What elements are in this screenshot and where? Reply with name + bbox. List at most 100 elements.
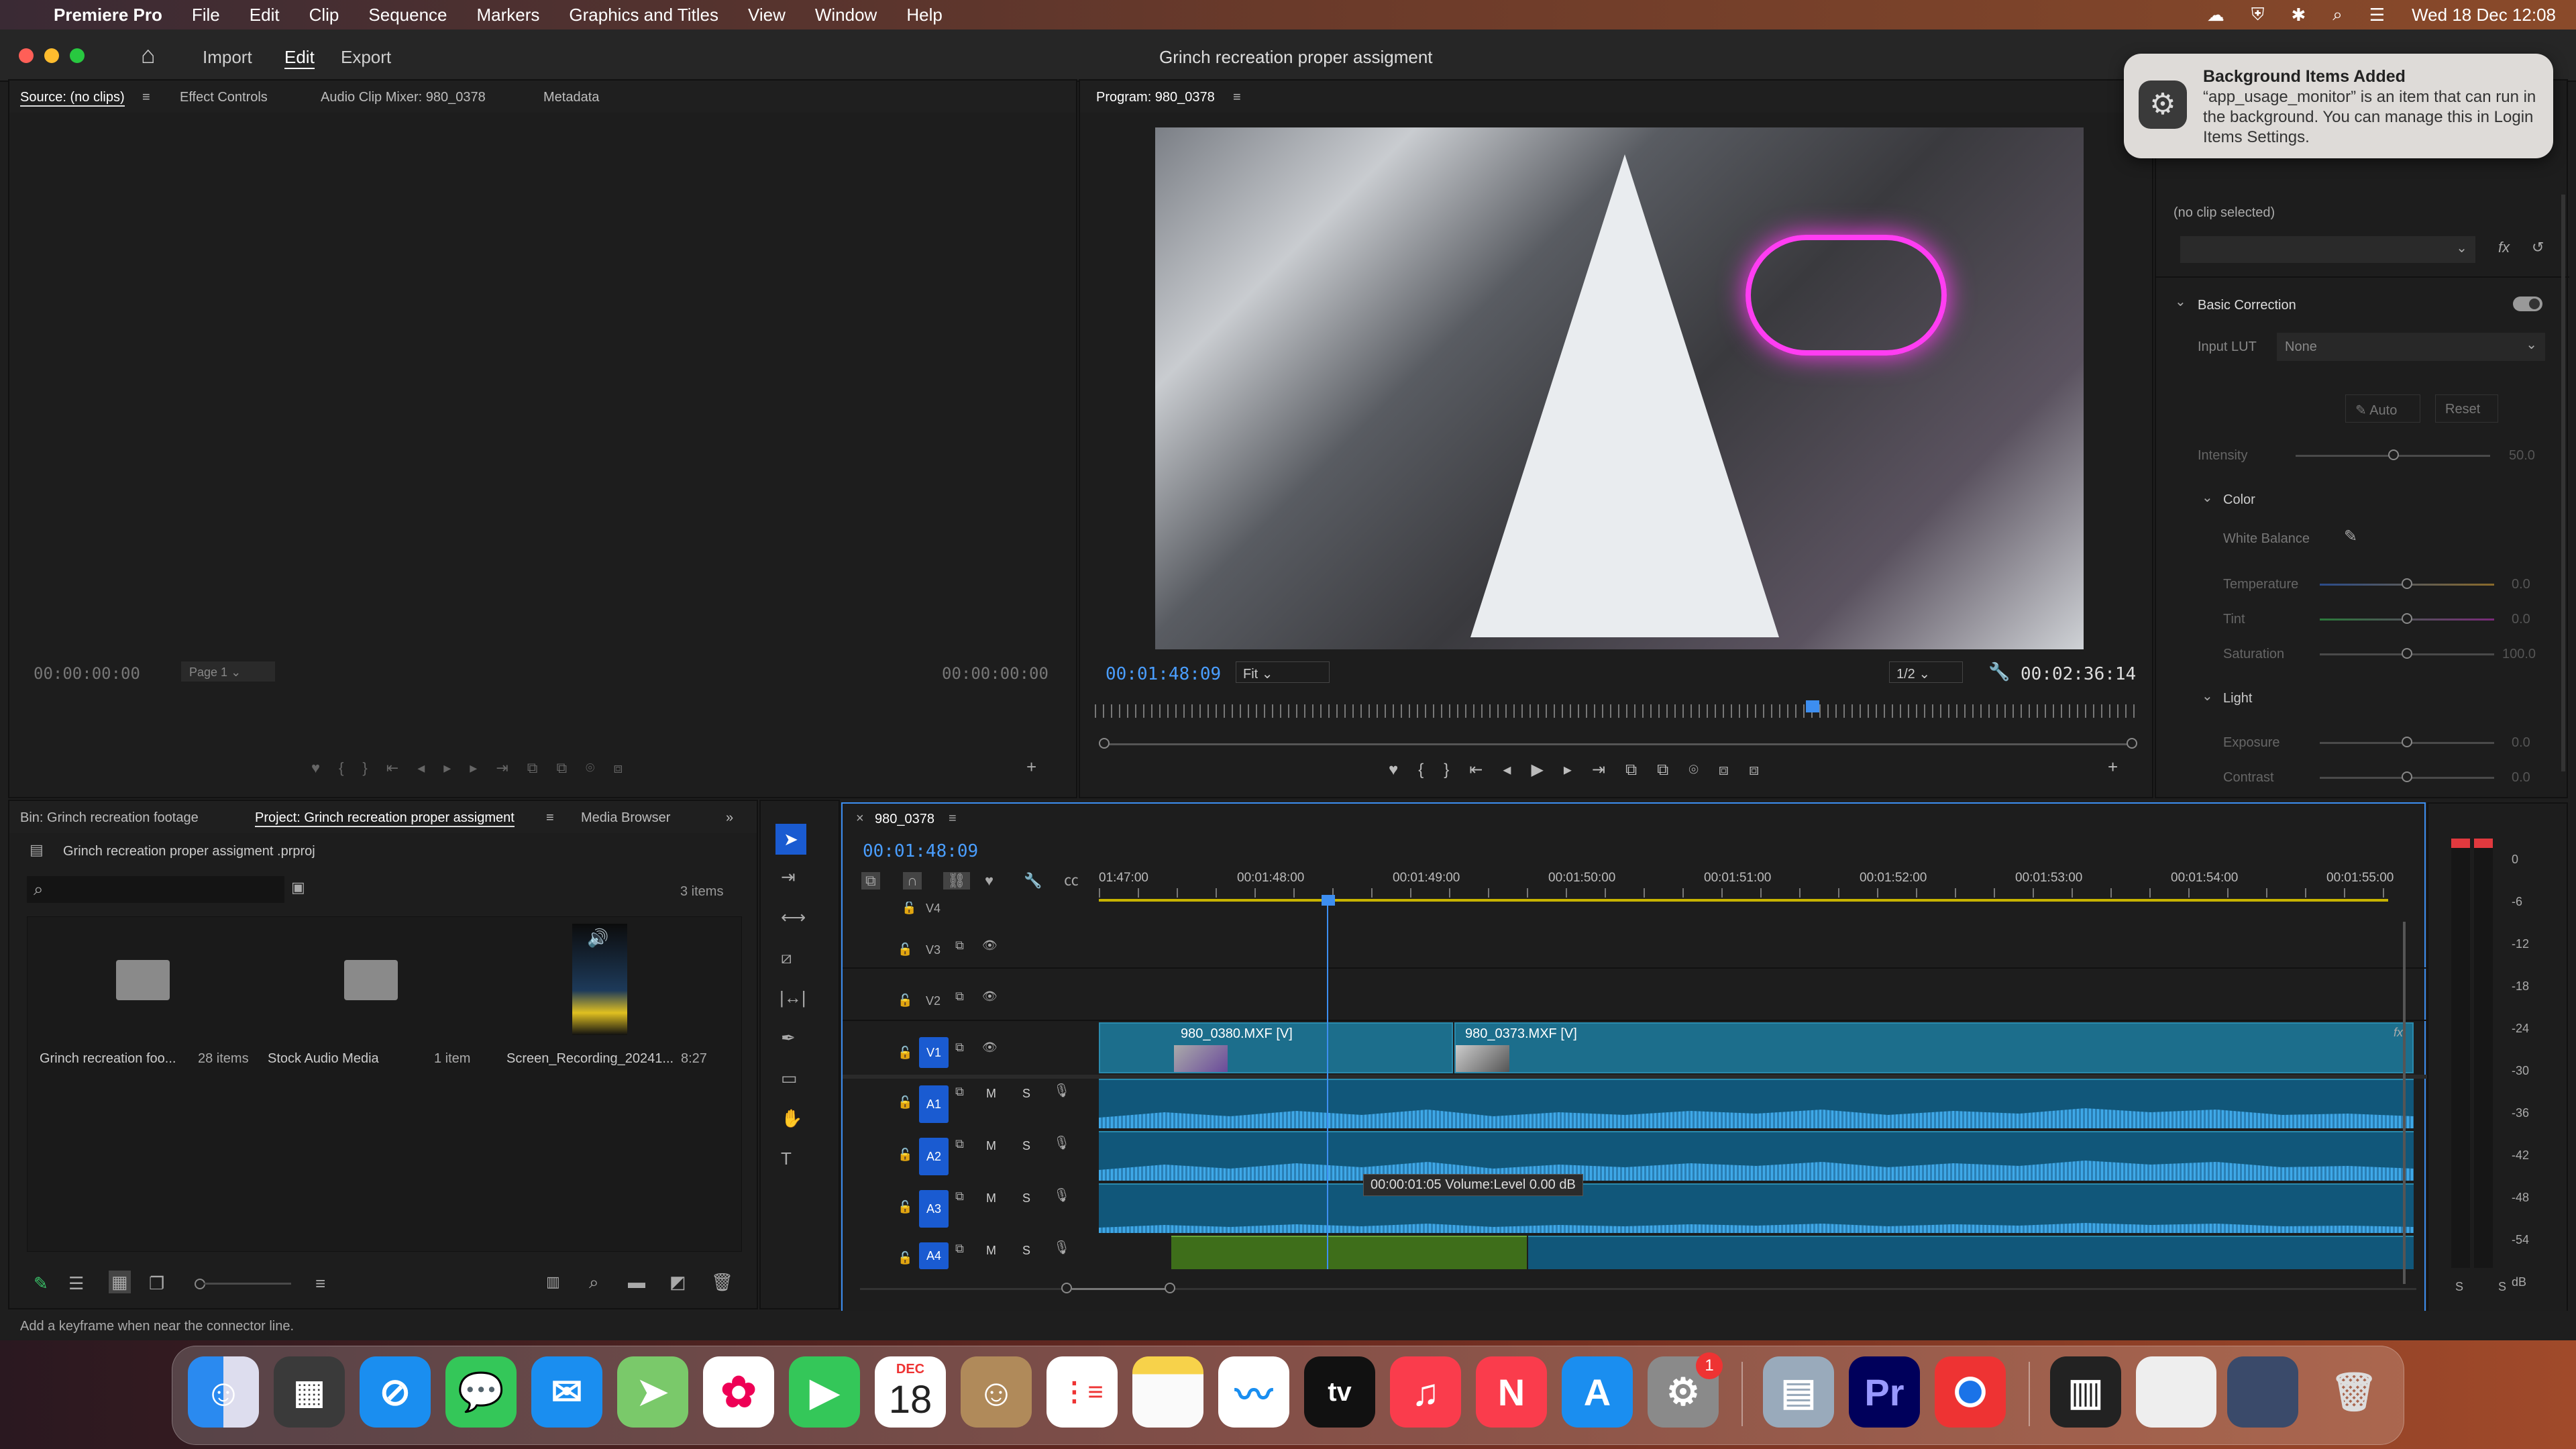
calendar-icon[interactable]: DEC 18 [875, 1356, 946, 1428]
ripple-edit-tool-icon[interactable]: ⟷ [781, 908, 806, 926]
audio-clip-a4[interactable] [1528, 1236, 2414, 1269]
resolution-select[interactable]: 1/2 ⌄ [1889, 661, 1963, 683]
tab-metadata[interactable]: Metadata [543, 90, 599, 105]
scroll-right-handle[interactable] [1165, 1283, 1175, 1293]
solo-right-button[interactable]: S [2498, 1280, 2506, 1294]
temperature-knob[interactable] [2402, 578, 2412, 589]
lock-icon[interactable]: 🔓 [902, 902, 916, 914]
launchpad-icon[interactable]: ▦ [274, 1356, 345, 1428]
eye-icon[interactable]: 👁 [982, 939, 998, 951]
new-bin-icon[interactable]: ▬ [628, 1273, 645, 1291]
razor-tool-icon[interactable]: ⧄ [781, 949, 792, 966]
track-label-a1[interactable]: A1 [919, 1085, 949, 1123]
sync-lock-icon[interactable]: ⧉ [955, 1242, 964, 1254]
clip-indicator[interactable] [2451, 839, 2470, 848]
find-icon[interactable]: ⌕ [589, 1273, 599, 1291]
track-label-a3[interactable]: A3 [919, 1190, 949, 1228]
lock-icon[interactable]: 🔓 [898, 1046, 912, 1059]
time-ruler[interactable]: 01:47:00 00:01:48:00 00:01:49:00 00:01:5… [1099, 868, 2414, 902]
page-select[interactable]: Page 1 ⌄ [181, 661, 275, 682]
facetime-icon[interactable]: ▶ [789, 1356, 860, 1428]
new-item-icon[interactable]: ◩ [669, 1273, 686, 1291]
track-label-a4[interactable]: A4 [919, 1242, 949, 1269]
trash-icon[interactable]: 🗑 [711, 1273, 733, 1291]
edit-tab[interactable]: Edit [284, 47, 315, 69]
item-name[interactable]: Grinch recreation foo... [40, 1051, 176, 1067]
wrench-icon[interactable]: 🔧 [1024, 873, 1042, 888]
hand-tool-icon[interactable]: ✋ [781, 1110, 802, 1127]
auto-button[interactable]: ✎ Auto [2345, 394, 2420, 423]
microphone-icon[interactable]: 🎙 [1053, 1136, 1070, 1150]
lock-icon[interactable]: 🔓 [898, 1201, 912, 1213]
freeform-view-icon[interactable]: ❐ [149, 1275, 164, 1292]
menu-icon[interactable]: ≡ [949, 812, 957, 825]
track-label-v4[interactable]: V4 [926, 902, 941, 916]
color-section-title[interactable]: Color [2223, 492, 2255, 508]
tint-value[interactable]: 0.0 [2512, 612, 2530, 627]
sync-lock-icon[interactable]: ⧉ [955, 1041, 964, 1053]
search-icon[interactable]: ⌕ [2332, 4, 2343, 25]
sync-lock-icon[interactable]: ⧉ [955, 990, 964, 1002]
light-section-title[interactable]: Light [2223, 691, 2252, 706]
sync-lock-icon[interactable]: ⧉ [955, 1138, 964, 1150]
scroll-thumb[interactable] [1072, 1288, 1173, 1290]
captions-icon[interactable]: ㏄ [1064, 873, 1079, 888]
wrench-icon[interactable]: 🔧 [1988, 663, 2010, 680]
zoom-slider[interactable] [204, 1283, 291, 1285]
safari-icon[interactable]: ⊘ [360, 1356, 431, 1428]
playhead-line[interactable] [1327, 902, 1328, 1269]
system-settings-icon[interactable]: ⚙ 1 [1648, 1352, 1723, 1428]
microphone-icon[interactable]: 🎙 [1053, 1241, 1070, 1254]
mute-button[interactable]: M [986, 1139, 996, 1153]
list-view-icon[interactable]: ☰ [68, 1275, 84, 1292]
messages-icon[interactable]: 💬 [445, 1356, 517, 1428]
tab-effect-controls[interactable]: Effect Controls [180, 90, 268, 105]
maps-icon[interactable]: ➤ [617, 1356, 688, 1428]
music-icon[interactable]: ♫ [1390, 1356, 1461, 1428]
audio-clip-a2[interactable] [1099, 1131, 2414, 1181]
exposure-knob[interactable] [2402, 737, 2412, 747]
rectangle-tool-icon[interactable]: ▭ [781, 1069, 798, 1087]
basic-correction-toggle[interactable] [2513, 297, 2542, 311]
bin-filter-icon[interactable]: ▣ [291, 880, 305, 895]
trash-icon[interactable]: 🗑 [2318, 1356, 2390, 1428]
reset-icon[interactable]: ↺ [2532, 240, 2544, 255]
solo-left-button[interactable]: S [2455, 1280, 2463, 1294]
tab-audio-mixer[interactable]: Audio Clip Mixer: 980_0378 [321, 90, 486, 105]
tab-source[interactable]: Source: (no clips) [20, 90, 125, 107]
menu-sequence[interactable]: Sequence [368, 5, 447, 25]
track-label-v3[interactable]: V3 [926, 943, 941, 957]
freeform-icon[interactable]: 〰 [1218, 1356, 1289, 1428]
contrast-knob[interactable] [2402, 771, 2412, 782]
photos-icon[interactable]: ✿ [703, 1356, 774, 1428]
recent-file-icon[interactable]: ▥ [2050, 1356, 2121, 1428]
mute-button[interactable]: M [986, 1244, 996, 1258]
reset-button[interactable]: Reset [2435, 394, 2498, 423]
chevron-down-icon[interactable]: ⌄ [2202, 690, 2213, 703]
finder-icon[interactable]: ☺ [188, 1356, 259, 1428]
menu-icon[interactable]: ≡ [1233, 90, 1241, 105]
exposure-value[interactable]: 0.0 [2512, 735, 2530, 751]
lock-icon[interactable]: 🔓 [898, 943, 912, 955]
tab-bin[interactable]: Bin: Grinch recreation footage [20, 810, 199, 826]
program-zoom-bar[interactable] [1104, 743, 2131, 745]
creative-cloud-icon[interactable]: ☁ [2207, 5, 2224, 25]
tint-knob[interactable] [2402, 613, 2412, 624]
reminders-icon[interactable]: ⋮≡ [1046, 1356, 1118, 1428]
menu-file[interactable]: File [192, 5, 220, 25]
minimize-window-button[interactable] [44, 48, 59, 63]
chevron-down-icon[interactable]: ⌄ [2202, 491, 2213, 504]
notification-banner[interactable]: ⚙ Background Items Added “app_usage_moni… [2124, 54, 2553, 158]
zoom-left-handle[interactable] [1099, 738, 1110, 749]
audio-clip-a3[interactable] [1099, 1183, 2414, 1233]
menu-help[interactable]: Help [906, 5, 942, 25]
vertical-scroll[interactable] [2403, 922, 2406, 1284]
solo-button[interactable]: S [1022, 1087, 1030, 1101]
audio-clip-a4-green[interactable] [1171, 1236, 1527, 1269]
import-tab[interactable]: Import [203, 47, 252, 68]
saturation-knob[interactable] [2402, 648, 2412, 659]
solo-button[interactable]: S [1022, 1139, 1030, 1153]
project-search-input[interactable]: ⌕ [27, 876, 284, 903]
selection-tool-icon[interactable]: ➤ [775, 824, 806, 855]
tab-media-browser[interactable]: Media Browser [581, 810, 670, 826]
